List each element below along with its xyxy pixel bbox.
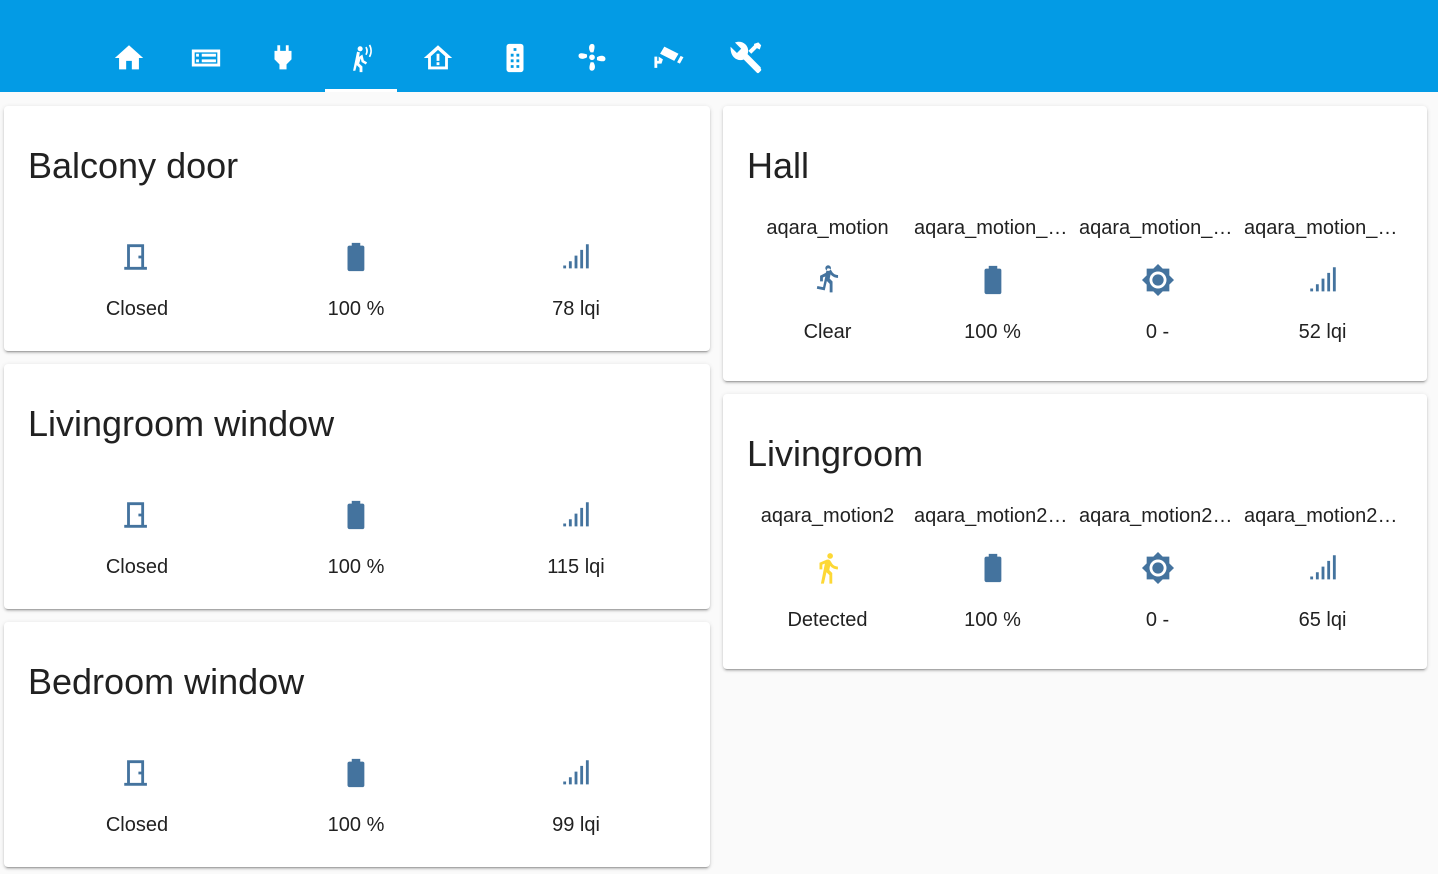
battery-icon (976, 263, 1010, 297)
entity-state: 99 lqi (552, 814, 600, 836)
brightness-icon (1141, 551, 1175, 585)
entity-state: Closed (105, 298, 169, 320)
card-hall: Hall aqara_motion Clear aqara_motion_bat… (723, 106, 1427, 381)
entity-name: aqara_motion2_linkquality (1244, 505, 1405, 527)
entity-state: 0 - (1145, 321, 1170, 343)
entity-signal[interactable]: 78 lqi (486, 240, 666, 322)
tab-security[interactable] (416, 36, 460, 80)
entity-door[interactable]: Closed (47, 240, 227, 322)
entity-illuminance[interactable]: aqara_motion2_illuminance 0 - (1075, 503, 1240, 633)
entity-state: Closed (105, 814, 169, 836)
signal-icon (1306, 263, 1340, 297)
tab-home[interactable] (107, 36, 151, 80)
tab-tools[interactable] (725, 36, 769, 80)
battery-icon (339, 498, 373, 532)
entity-battery[interactable]: 100 % (266, 756, 446, 838)
tab-remote[interactable] (493, 36, 537, 80)
remote-icon (498, 41, 532, 75)
entity-state: 65 lqi (1298, 609, 1347, 631)
tab-rack[interactable] (184, 36, 228, 80)
entity-state: Closed (105, 556, 169, 578)
entity-state: 0 - (1145, 609, 1170, 631)
tab-climate[interactable] (570, 36, 614, 80)
card-livingroom: Livingroom aqara_motion2 Detected aqara_… (723, 394, 1427, 669)
entity-name: aqara_motion2_battery (914, 505, 1075, 527)
entity-state: 100 % (327, 814, 385, 836)
entity-signal[interactable]: aqara_motion_linkquality 52 lqi (1240, 215, 1405, 345)
tab-motion[interactable] (339, 36, 383, 80)
walk-icon (811, 263, 845, 297)
top-toolbar (0, 0, 1438, 92)
entity-signal[interactable]: 115 lqi (486, 498, 666, 580)
entity-battery[interactable]: aqara_motion_battery 100 % (910, 215, 1075, 345)
entity-signal[interactable]: 99 lqi (486, 756, 666, 838)
entity-door[interactable]: Closed (47, 756, 227, 838)
door-icon (120, 240, 154, 274)
selected-tab-indicator (325, 89, 397, 92)
entity-state: 100 % (327, 556, 385, 578)
entity-state: Clear (803, 321, 852, 343)
entity-battery[interactable]: aqara_motion2_battery 100 % (910, 503, 1075, 633)
card-livingroom-window: Livingroom window Closed 100 % 115 lqi (4, 364, 710, 609)
battery-icon (976, 551, 1010, 585)
door-icon (120, 756, 154, 790)
card-title: Balcony door (28, 145, 239, 186)
entity-battery[interactable]: 100 % (266, 240, 446, 322)
power-plug-icon (266, 41, 300, 75)
door-icon (120, 498, 154, 532)
entity-name: aqara_motion2 (760, 505, 895, 527)
card-bedroom-window: Bedroom window Closed 100 % 99 lqi (4, 622, 710, 867)
entity-state: 100 % (327, 298, 385, 320)
signal-icon (559, 240, 593, 274)
entity-name: aqara_motion_illuminance (1079, 217, 1240, 239)
tab-cameras[interactable] (648, 36, 692, 80)
tools-icon (730, 41, 764, 75)
entity-name: aqara_motion_battery (914, 217, 1075, 239)
card-title: Livingroom (747, 433, 924, 474)
entity-battery[interactable]: 100 % (266, 498, 446, 580)
air-conditioner-icon (575, 41, 609, 75)
cctv-icon (653, 41, 687, 75)
entity-state: 78 lqi (552, 298, 600, 320)
signal-icon (559, 498, 593, 532)
motion-sensor-icon (344, 41, 378, 75)
entity-motion[interactable]: aqara_motion Clear (745, 215, 910, 345)
entity-state: Detected (787, 609, 868, 631)
entity-name: aqara_motion (766, 217, 889, 239)
battery-icon (339, 756, 373, 790)
entity-state: 115 lqi (547, 556, 605, 578)
battery-icon (339, 240, 373, 274)
rack-icon (189, 41, 223, 75)
entity-state: 100 % (964, 609, 1021, 631)
entity-door[interactable]: Closed (47, 498, 227, 580)
entity-motion[interactable]: aqara_motion2 Detected (745, 503, 910, 633)
entity-name: aqara_motion2_illuminance (1079, 505, 1240, 527)
entity-signal[interactable]: aqara_motion2_linkquality 65 lqi (1240, 503, 1405, 633)
run-icon (811, 551, 845, 585)
signal-icon (559, 756, 593, 790)
card-balcony-door: Balcony door Closed 100 % 78 lqi (4, 106, 710, 351)
card-title: Bedroom window (28, 661, 305, 702)
card-title: Hall (747, 145, 810, 186)
card-title: Livingroom window (28, 403, 335, 444)
signal-icon (1306, 551, 1340, 585)
entity-state: 52 lqi (1298, 321, 1347, 343)
home-icon (112, 41, 146, 75)
home-alert-icon (421, 41, 455, 75)
entity-illuminance[interactable]: aqara_motion_illuminance 0 - (1075, 215, 1240, 345)
tab-power[interactable] (261, 36, 305, 80)
entity-state: 100 % (964, 321, 1021, 343)
brightness-icon (1141, 263, 1175, 297)
entity-name: aqara_motion_linkquality (1244, 217, 1405, 239)
